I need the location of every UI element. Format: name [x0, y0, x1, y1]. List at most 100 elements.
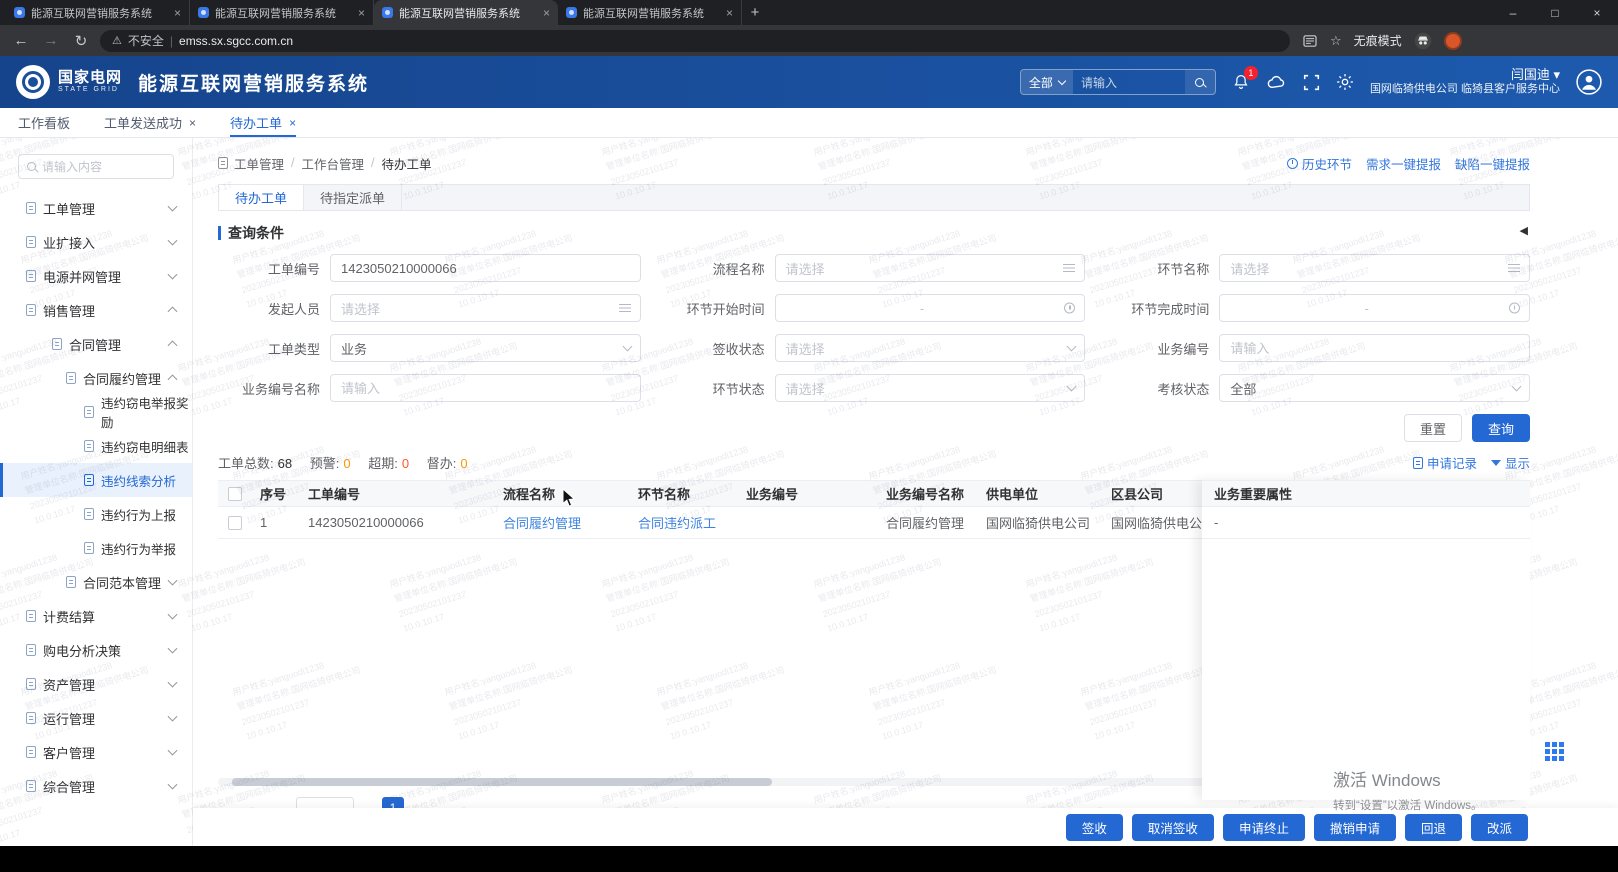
search-icon[interactable] — [1185, 70, 1215, 94]
column-header: 流程名称 — [495, 484, 630, 503]
sidebar-item-billing-settlement[interactable]: 计费结算 — [0, 599, 192, 633]
site-favicon-icon — [14, 7, 25, 18]
tab-todo-orders[interactable]: 待办工单 — [219, 185, 304, 210]
sidebar-item-breach-theft-report-reward[interactable]: 违约窃电举报奖励 — [0, 395, 192, 429]
history-steps-link[interactable]: 历史环节 — [1287, 154, 1352, 173]
tab-close-icon[interactable]: × — [289, 116, 296, 130]
step-start-time-picker[interactable]: - — [775, 294, 1086, 322]
chevron-down-icon — [168, 746, 178, 756]
sign-button[interactable]: 签收 — [1066, 814, 1123, 841]
notification-bell-icon[interactable]: 1 — [1232, 73, 1250, 91]
user-name-dropdown[interactable]: 闫国迪 ▾ — [1370, 67, 1560, 83]
global-search-input[interactable]: 请输入 — [1073, 74, 1185, 91]
sidebar-item-comprehensive-mgmt[interactable]: 综合管理 — [0, 769, 192, 803]
sidebar-item-contract-mgmt[interactable]: 合同管理 — [0, 327, 192, 361]
sidebar-item-grid-connection-mgmt[interactable]: 电源并网管理 — [0, 259, 192, 293]
forward-button[interactable]: → — [40, 30, 62, 52]
tab-close-icon[interactable]: × — [174, 6, 181, 20]
ws-tab-dashboard[interactable]: 工作看板 — [18, 108, 70, 137]
reading-mode-icon[interactable] — [1302, 33, 1318, 49]
sidebar-item-breach-behavior-tipoff[interactable]: 违约行为举报 — [0, 531, 192, 565]
column-header: 序号 — [252, 484, 300, 503]
sidebar-item-breach-theft-detail[interactable]: 违约窃电明细表 — [0, 429, 192, 463]
breadcrumb-item[interactable]: 工作台管理 — [302, 154, 365, 173]
row-checkbox[interactable] — [228, 516, 242, 530]
flow-name-picker[interactable]: 请选择 — [775, 254, 1086, 282]
bookmark-star-icon[interactable]: ☆ — [1330, 33, 1342, 49]
display-filter-link[interactable]: 显示 — [1491, 453, 1530, 472]
sidebar-search-input[interactable] — [42, 160, 165, 174]
demand-report-link[interactable]: 需求一键提报 — [1366, 154, 1441, 173]
ws-tab-todo-orders[interactable]: 待办工单 × — [230, 108, 296, 137]
importance-cell: - — [1202, 507, 1530, 539]
biz-no-input[interactable] — [1219, 334, 1530, 362]
sidebar-item-order-mgmt[interactable]: 工单管理 — [0, 191, 192, 225]
sidebar-item-purchase-analysis[interactable]: 购电分析决策 — [0, 633, 192, 667]
sidebar-item-breach-behavior-report[interactable]: 违约行为上报 — [0, 497, 192, 531]
assess-status-select[interactable]: 全部 — [1219, 374, 1530, 402]
reset-button[interactable]: 重置 — [1404, 414, 1462, 442]
biz-name-input[interactable] — [330, 374, 641, 402]
initiator-picker[interactable]: 请选择 — [330, 294, 641, 322]
search-scope-select[interactable]: 全部 — [1021, 70, 1073, 94]
sidebar-item-contract-template-mgmt[interactable]: 合同范本管理 — [0, 565, 192, 599]
select-all-checkbox[interactable] — [228, 487, 242, 501]
step-name-picker[interactable]: 请选择 — [1219, 254, 1530, 282]
address-bar[interactable]: ⚠ 不安全 | emss.sx.sgcc.com.cn — [100, 30, 1290, 52]
sidebar-search[interactable] — [18, 154, 174, 179]
window-maximize-button[interactable]: □ — [1534, 0, 1576, 25]
chevron-down-icon — [168, 576, 178, 586]
sidebar-item-breach-clue-analysis[interactable]: 违约线索分析 — [0, 463, 192, 497]
browser-tab-2[interactable]: 能源互联网营销服务系统 × — [190, 0, 374, 25]
tab-close-icon[interactable]: × — [358, 6, 365, 20]
sidebar-item-sales-mgmt[interactable]: 销售管理 — [0, 293, 192, 327]
sign-status-select[interactable]: 请选择 — [775, 334, 1086, 362]
step-name-link[interactable]: 合同违约派工 — [638, 516, 716, 531]
step-end-time-picker[interactable]: - — [1219, 294, 1530, 322]
fullscreen-icon[interactable] — [1303, 74, 1320, 91]
sidebar-item-operation-mgmt[interactable]: 运行管理 — [0, 701, 192, 735]
widget-grid-icon[interactable] — [1545, 742, 1564, 761]
browser-tab-4[interactable]: 能源互联网营销服务系统 × — [558, 0, 742, 25]
user-avatar[interactable] — [1576, 69, 1602, 95]
new-tab-button[interactable]: + — [742, 0, 768, 25]
tab-close-icon[interactable]: × — [543, 6, 550, 20]
revoke-apply-button[interactable]: 撤销申请 — [1314, 814, 1396, 841]
back-button[interactable]: ← — [10, 30, 32, 52]
sidebar-item-business-expansion[interactable]: 业扩接入 — [0, 225, 192, 259]
brand-block: 国家电网 STATE GRID — [58, 70, 122, 93]
browser-profile-icon[interactable] — [1444, 32, 1462, 50]
cloud-icon[interactable] — [1266, 72, 1287, 93]
cancel-sign-button[interactable]: 取消签收 — [1132, 814, 1214, 841]
tab-close-icon[interactable]: × — [726, 6, 733, 20]
ws-tab-order-sent[interactable]: 工单发送成功 × — [104, 108, 196, 137]
flow-name-link[interactable]: 合同履约管理 — [503, 516, 581, 531]
order-type-select[interactable]: 业务 — [330, 334, 641, 362]
browser-tab-1[interactable]: 能源互联网营销服务系统 × — [6, 0, 190, 25]
rollback-button[interactable]: 回退 — [1405, 814, 1462, 841]
collapse-query-icon[interactable]: ◀ — [1520, 224, 1528, 237]
column-header: 工单编号 — [300, 484, 495, 503]
scrollbar-thumb[interactable] — [232, 778, 772, 786]
incognito-icon[interactable] — [1414, 32, 1432, 50]
reassign-button[interactable]: 改派 — [1471, 814, 1528, 841]
reload-button[interactable]: ↻ — [70, 30, 92, 52]
sidebar-item-asset-mgmt[interactable]: 资产管理 — [0, 667, 192, 701]
browser-tab-3-active[interactable]: 能源互联网营销服务系统 × — [374, 0, 558, 25]
window-close-button[interactable]: × — [1576, 0, 1618, 25]
tab-close-icon[interactable]: × — [189, 116, 196, 130]
apply-record-link[interactable]: 申请记录 — [1413, 453, 1477, 472]
tab-pending-dispatch[interactable]: 待指定派单 — [304, 185, 402, 210]
apply-terminate-button[interactable]: 申请终止 — [1223, 814, 1305, 841]
search-button[interactable]: 查询 — [1472, 414, 1530, 442]
breadcrumb-item[interactable]: 工单管理 — [234, 154, 284, 173]
settings-gear-icon[interactable] — [1336, 73, 1354, 91]
sidebar-item-customer-mgmt[interactable]: 客户管理 — [0, 735, 192, 769]
sidebar-item-contract-performance-mgmt[interactable]: 合同履约管理 — [0, 361, 192, 395]
step-status-select[interactable]: 请选择 — [775, 374, 1086, 402]
list-picker-icon — [1063, 263, 1075, 273]
defect-report-link[interactable]: 缺陷一键提报 — [1455, 154, 1530, 173]
browser-nav-bar: ← → ↻ ⚠ 不安全 | emss.sx.sgcc.com.cn ☆ 无痕模式 — [0, 25, 1618, 56]
order-no-input[interactable] — [330, 254, 641, 282]
window-minimize-button[interactable]: – — [1492, 0, 1534, 25]
